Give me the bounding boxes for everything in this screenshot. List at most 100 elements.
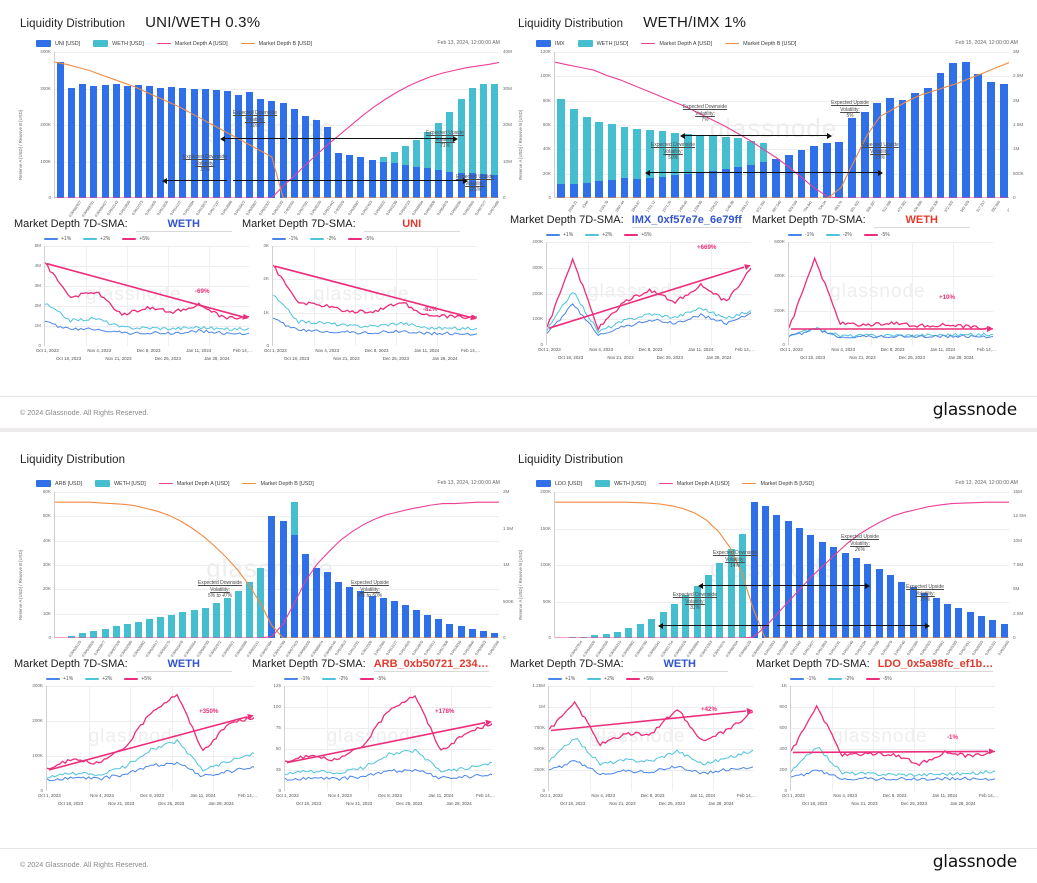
legend-item-0[interactable]: LDO [USD] <box>536 480 582 487</box>
market-depth-asset-label[interactable]: LDO_0x5a98fc_ef1b… <box>877 658 994 672</box>
market-depth-chart-md-arb-weth-2: Market Depth 7D-SMA: ARB_0xb50721_234… -1%… <box>252 658 500 833</box>
legend-swatch-line <box>347 238 362 240</box>
legend-item--1%[interactable]: -1% <box>272 236 298 242</box>
x-axis-tick: 0.00046215 <box>607 640 622 658</box>
x-axis-tick: 372.302 <box>943 200 955 213</box>
x-axis-tick: 0.0014107 <box>169 200 183 217</box>
y-axis-right-tick: 0 <box>1013 635 1016 640</box>
x-axis-tick-bottom: Dec 25, 2023 <box>658 801 685 806</box>
market-depth-plot: glassnode +42% <box>548 686 753 791</box>
y-axis-tick: 75 <box>275 725 281 730</box>
legend-item--1%[interactable]: -1% <box>788 232 814 238</box>
x-axis-tick-bottom: Jan 28, 2024 <box>948 355 974 360</box>
legend-item--5%[interactable]: -5% <box>347 236 374 242</box>
legend-item-+1%[interactable]: +1% <box>44 236 71 242</box>
market-depth-plot: glassnode -82% <box>272 246 477 346</box>
x-axis-tick: 0.00029026 <box>81 640 96 658</box>
legend-item--5%[interactable]: -5% <box>863 232 890 238</box>
series--2% <box>273 295 477 331</box>
x-axis-tick-top: Nov 4, 2023 <box>831 347 856 352</box>
market-depth-chart-md-weth-imx-1: Market Depth 7D-SMA: IMX_0xf57e7e_6e79ff +… <box>510 214 758 384</box>
legend-item-+2%[interactable]: +2% <box>83 236 110 242</box>
x-axis-tick: 897.540 <box>771 200 783 213</box>
legend-item-+2%[interactable]: +2% <box>587 676 614 682</box>
x-axis-tick-top: Dec 8, 2023 <box>378 793 402 798</box>
legend-item-3[interactable]: Market Depth B [USD] <box>742 481 814 487</box>
market-depth-asset-label[interactable]: WETH <box>873 214 970 228</box>
legend-label: UNI [USD] <box>55 40 81 47</box>
market-depth-curves <box>555 61 1009 198</box>
legend-item-3[interactable]: Market Depth B [USD] <box>242 481 314 487</box>
market-depth-legend: -1% -2% -5% <box>790 676 892 682</box>
y-axis-tick: 1M <box>538 704 545 709</box>
legend-item-0[interactable]: IMX <box>536 40 565 47</box>
legend-item-2[interactable]: Market Depth A [USD] <box>658 481 729 487</box>
x-axis-tick-top: Feb 14,… <box>977 347 997 352</box>
legend-item-+5%[interactable]: +5% <box>124 676 151 682</box>
legend-label: +1% <box>565 676 576 682</box>
market-depth-asset-label[interactable]: WETH <box>135 218 232 232</box>
x-axis-tick-top: Oct 1, 2023 <box>38 793 61 798</box>
plot-area: glassnodeExpected DownsideVolatility:14%… <box>554 492 1009 638</box>
market-depth-asset-label[interactable]: UNI <box>363 218 460 232</box>
legend-item-0[interactable]: UNI [USD] <box>36 40 80 47</box>
legend-item--2%[interactable]: -2% <box>309 236 336 242</box>
x-axis-tick: 0.0025393 <box>944 640 958 657</box>
legend-swatch-line <box>725 42 740 45</box>
market-depth-asset-label[interactable]: ARB_0xb50721_234… <box>373 658 489 672</box>
legend-item-+1%[interactable]: +1% <box>546 232 573 238</box>
x-axis-tick: 0.0035087 <box>347 200 361 217</box>
legend-item-+5%[interactable]: +5% <box>626 676 653 682</box>
legend-item-1[interactable]: WETH [USD] <box>93 40 144 47</box>
legend-label: Market Depth A [USD] <box>174 40 228 47</box>
report-sheet-1: Liquidity Distribution UNI/WETH 0.3% UNI [… <box>0 0 1037 428</box>
legend-swatch-line <box>240 42 255 45</box>
market-depth-series <box>789 256 993 339</box>
y-axis-tick: 1M <box>34 323 41 328</box>
market-depth-asset-label[interactable]: IMX_0xf57e7e_6e79ff <box>631 214 742 228</box>
legend-swatch-line <box>790 678 804 680</box>
legend-item-1[interactable]: WETH [USD] <box>594 480 646 487</box>
legend-item--2%[interactable]: -2% <box>827 676 854 682</box>
legend-item-+5%[interactable]: +5% <box>122 236 149 242</box>
legend-swatch-line <box>156 42 171 45</box>
market-depth-asset-label[interactable]: WETH <box>631 658 728 672</box>
panel-header-uni-weth: Liquidity Distribution UNI/WETH 0.3% <box>20 14 260 31</box>
x-axis-tick: 0.00072353 <box>698 640 713 658</box>
legend-item-+1%[interactable]: +1% <box>548 676 575 682</box>
liquidity-chart-ldo-weth: LDO [USD] WETH [USD] Market Depth A [USD] M… <box>514 480 1026 670</box>
legend-item--2%[interactable]: -2% <box>321 676 348 682</box>
legend-item--5%[interactable]: -5% <box>865 676 892 682</box>
x-axis-tick-bottom: Jan 28, 2024 <box>204 356 230 361</box>
legend-item-1[interactable]: WETH [USD] <box>94 480 146 487</box>
x-axis-tick-top: Oct 1, 2023 <box>276 793 299 798</box>
legend-item-2[interactable]: Market Depth A [USD] <box>156 40 228 47</box>
legend-item-3[interactable]: Market Depth B [USD] <box>240 41 312 47</box>
legend-swatch-line <box>863 234 878 236</box>
x-axis-tick: 0.0022307 <box>258 200 272 217</box>
series-+5% <box>47 693 254 770</box>
y-axis-tick: 500K <box>534 746 545 751</box>
plot-area: glassnodeExpected DownsideVolatility:5% … <box>54 492 499 638</box>
legend-item--5%[interactable]: -5% <box>359 676 386 682</box>
legend-item-3[interactable]: Market Depth B [USD] <box>725 41 796 47</box>
legend-item--1%[interactable]: -1% <box>284 676 310 682</box>
legend-item-2[interactable]: Market Depth A [USD] <box>158 481 229 487</box>
liquidity-legend: IMX WETH [USD] Market Depth A [USD] Market … <box>536 40 796 47</box>
legend-item--2%[interactable]: -2% <box>825 232 852 238</box>
legend-item-+5%[interactable]: +5% <box>624 232 651 238</box>
x-axis-tick-top: Jan 11, 2024 <box>428 793 454 798</box>
legend-item-1[interactable]: WETH [USD] <box>577 40 628 47</box>
market-depth-series <box>791 704 995 781</box>
liquidity-distribution-title: Liquidity Distribution <box>518 18 624 30</box>
legend-item--1%[interactable]: -1% <box>790 676 816 682</box>
market-depth-chart-md-uni-weth-1: Market Depth 7D-SMA: WETH +1% +2% +5% glassno… <box>14 218 254 388</box>
legend-item-2[interactable]: Market Depth A [USD] <box>641 41 712 47</box>
market-depth-asset-label[interactable]: WETH <box>135 658 232 672</box>
legend-item-+2%[interactable]: +2% <box>585 232 612 238</box>
legend-item-0[interactable]: ARB [USD] <box>36 480 82 487</box>
x-axis-tick: 0.0014026 <box>398 640 412 657</box>
x-axis-tick-top: Jan 11, 2024 <box>186 348 212 353</box>
legend-item-+1%[interactable]: +1% <box>46 676 73 682</box>
legend-item-+2%[interactable]: +2% <box>85 676 112 682</box>
